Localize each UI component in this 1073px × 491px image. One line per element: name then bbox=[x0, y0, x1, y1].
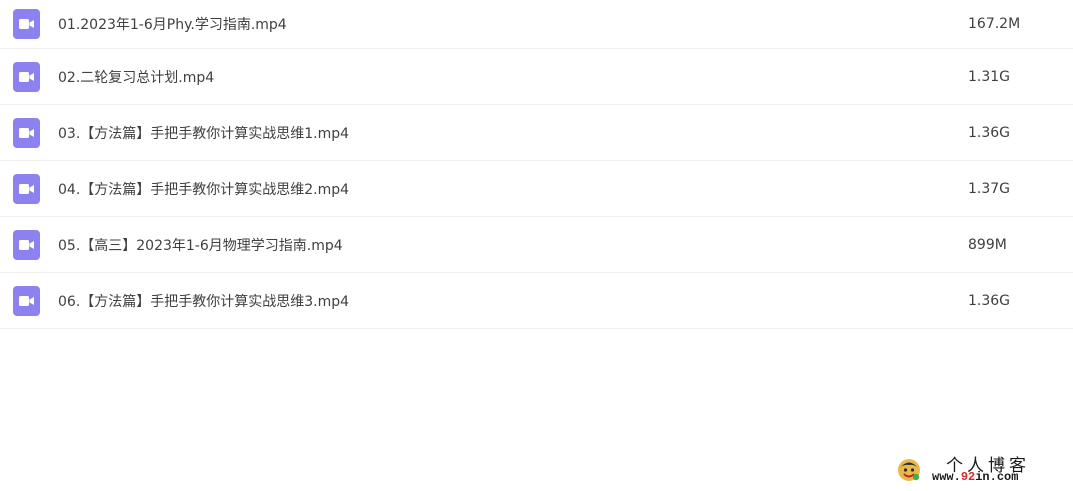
video-file-icon bbox=[13, 117, 40, 148]
video-file-icon bbox=[13, 285, 40, 316]
watermark-url-prefix: www. bbox=[932, 470, 961, 484]
watermark-logo-icon bbox=[896, 457, 922, 483]
watermark-url-suffix: in.com bbox=[975, 470, 1019, 484]
file-name[interactable]: 01.2023年1-6月Phy.学习指南.mp4 bbox=[58, 14, 287, 34]
file-row[interactable]: 05.【高三】2023年1-6月物理学习指南.mp4 899M bbox=[0, 217, 1073, 273]
file-list: 01.2023年1-6月Phy.学习指南.mp4 167.2M 02.二轮复习总… bbox=[0, 0, 1073, 329]
video-file-icon bbox=[13, 9, 40, 39]
file-row[interactable]: 04.【方法篇】手把手教你计算实战思维2.mp4 1.37G bbox=[0, 161, 1073, 217]
file-row[interactable]: 01.2023年1-6月Phy.学习指南.mp4 167.2M bbox=[0, 0, 1073, 49]
file-row[interactable]: 03.【方法篇】手把手教你计算实战思维1.mp4 1.36G bbox=[0, 105, 1073, 161]
video-file-icon bbox=[13, 61, 40, 92]
file-row[interactable]: 02.二轮复习总计划.mp4 1.31G bbox=[0, 49, 1073, 105]
file-size: 1.36G bbox=[968, 292, 1011, 309]
file-size: 1.37G bbox=[968, 180, 1011, 197]
file-size: 167.2M bbox=[968, 16, 1021, 32]
file-row[interactable]: 06.【方法篇】手把手教你计算实战思维3.mp4 1.36G bbox=[0, 273, 1073, 329]
watermark-url: www.92in.com bbox=[932, 470, 1018, 484]
file-name[interactable]: 02.二轮复习总计划.mp4 bbox=[58, 67, 214, 87]
watermark-url-accent: 92 bbox=[960, 470, 976, 484]
file-size: 1.31G bbox=[968, 68, 1011, 85]
watermark: 个人博客 www.92in.com bbox=[896, 451, 1066, 487]
file-name[interactable]: 04.【方法篇】手把手教你计算实战思维2.mp4 bbox=[58, 179, 349, 199]
video-file-icon bbox=[13, 229, 40, 260]
file-name[interactable]: 06.【方法篇】手把手教你计算实战思维3.mp4 bbox=[58, 291, 349, 311]
file-size: 1.36G bbox=[968, 124, 1011, 141]
file-name[interactable]: 05.【高三】2023年1-6月物理学习指南.mp4 bbox=[58, 235, 343, 255]
video-file-icon bbox=[13, 173, 40, 204]
file-name[interactable]: 03.【方法篇】手把手教你计算实战思维1.mp4 bbox=[58, 123, 349, 143]
file-size: 899M bbox=[968, 236, 1007, 253]
